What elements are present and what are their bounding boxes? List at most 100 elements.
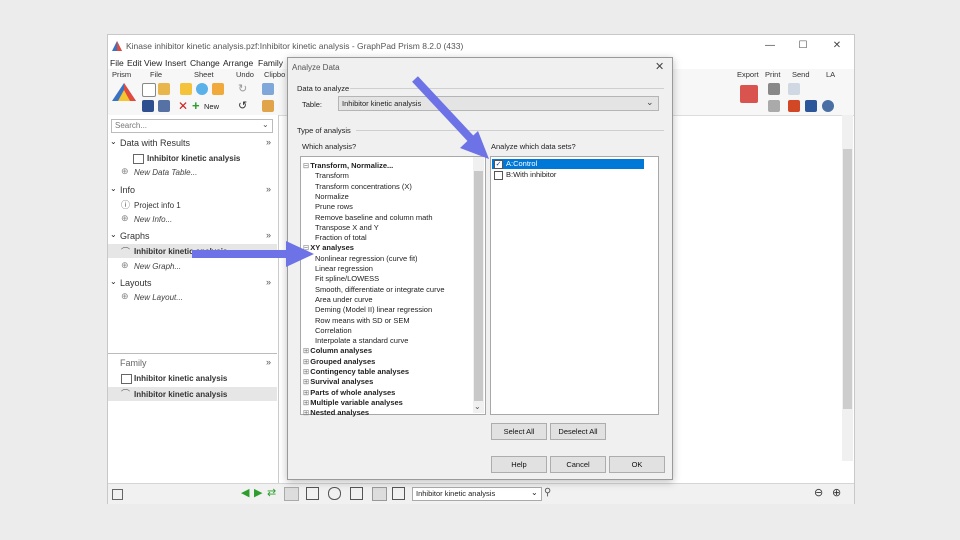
expand-group-icon[interactable]: ⊞ — [303, 398, 309, 407]
menu-file[interactable]: File — [110, 58, 124, 68]
analysis-item[interactable]: Fit spline/LOWESS — [315, 274, 379, 283]
scrollbar-thumb[interactable] — [843, 149, 852, 409]
family-section-more-icon[interactable]: » — [266, 357, 271, 367]
section-graphs[interactable]: Graphs — [120, 231, 150, 241]
analysis-group[interactable]: ⊞Survival analyses — [303, 377, 373, 386]
export-icon[interactable] — [740, 85, 758, 103]
analysis-group[interactable]: ⊞Grouped analyses — [303, 357, 375, 366]
save-icon[interactable] — [142, 100, 154, 112]
menu-edit[interactable]: Edit — [127, 58, 142, 68]
next-sheet-icon[interactable]: ▶ — [254, 486, 262, 499]
link-icon[interactable]: ⚲ — [544, 487, 551, 498]
close-window-button[interactable]: ✕ — [830, 39, 844, 53]
section-data-with-results[interactable]: Data with Results — [120, 138, 190, 148]
analysis-item[interactable]: Prune rows — [315, 202, 353, 211]
print-icon[interactable] — [768, 83, 780, 95]
open-folder-icon[interactable] — [158, 83, 170, 95]
collapse-group-icon[interactable]: ⊟ — [303, 243, 309, 252]
layouts-section-more-icon[interactable]: » — [266, 277, 271, 287]
info-sheet-icon[interactable] — [328, 487, 341, 500]
dataset-item[interactable]: B:With inhibitor — [492, 170, 644, 180]
project-info-item[interactable]: Project info 1 — [134, 201, 181, 210]
analysis-group[interactable]: ⊞Column analyses — [303, 346, 372, 355]
zoom-in-icon[interactable]: ⊕ — [832, 486, 841, 499]
analysis-scroll-thumb[interactable] — [474, 171, 483, 401]
expand-group-icon[interactable]: ⊞ — [303, 346, 309, 355]
layout-sheet-icon[interactable] — [392, 487, 405, 500]
analysis-item[interactable]: Linear regression — [315, 264, 373, 273]
analysis-item[interactable]: Transform concentrations (X) — [315, 182, 412, 191]
wand-icon[interactable] — [212, 83, 224, 95]
analysis-item[interactable]: Correlation — [315, 326, 352, 335]
analysis-item[interactable]: Remove baseline and column math — [315, 213, 433, 222]
print-preview-icon[interactable] — [768, 100, 780, 112]
menu-change[interactable]: Change — [190, 58, 220, 68]
expand-group-icon[interactable]: ⊞ — [303, 408, 309, 417]
new-info-link[interactable]: New Info... — [134, 215, 172, 224]
save-all-icon[interactable] — [158, 100, 170, 112]
dataset-checkbox[interactable]: ✓ — [494, 160, 503, 169]
zoom-out-icon[interactable]: ⊖ — [814, 486, 823, 499]
analysis-group[interactable]: ⊞Nested analyses — [303, 408, 369, 417]
undo-icon[interactable]: ↺ — [238, 99, 247, 112]
menu-view[interactable]: View — [144, 58, 162, 68]
datasets-list[interactable]: ✓ A:Control B:With inhibitor — [490, 156, 659, 415]
new-sheet-label[interactable]: New — [204, 102, 219, 111]
expand-group-icon[interactable]: ⊞ — [303, 357, 309, 366]
collapse-data-icon[interactable]: ⌄ — [110, 137, 117, 146]
graph-item[interactable]: Inhibitor kinetic analysis — [134, 247, 227, 256]
table-select[interactable]: Inhibitor kinetic analysis ⌄ — [338, 96, 659, 111]
analysis-scroll-down-icon[interactable]: ⌄ — [474, 402, 481, 411]
expand-group-icon[interactable]: ⊞ — [303, 377, 309, 386]
analyze-icon[interactable] — [196, 83, 208, 95]
cut-icon[interactable] — [262, 83, 274, 95]
menu-family[interactable]: Family — [258, 58, 283, 68]
vertical-scrollbar[interactable] — [842, 115, 853, 461]
analysis-item[interactable]: Nonlinear regression (curve fit) — [315, 254, 418, 263]
new-sheet-icon[interactable]: + — [192, 98, 200, 113]
analysis-item[interactable]: Fraction of total — [315, 233, 367, 242]
analysis-group[interactable]: ⊞Multiple variable analyses — [303, 398, 403, 407]
analysis-item[interactable]: Area under curve — [315, 295, 373, 304]
title-bar[interactable]: Kinase inhibitor kinetic analysis.pzf:In… — [108, 35, 854, 57]
family-graph-item[interactable]: Inhibitor kinetic analysis — [134, 390, 227, 399]
select-all-button[interactable]: Select All — [491, 423, 547, 440]
analysis-item[interactable]: Transpose X and Y — [315, 223, 379, 232]
edit-sheet-icon[interactable] — [180, 83, 192, 95]
collapse-info-icon[interactable]: ⌄ — [110, 184, 117, 193]
analysis-list[interactable]: ⊟Transform, Normalize... Transform Transfo… — [300, 156, 486, 417]
expand-group-icon[interactable]: ⊞ — [303, 367, 309, 376]
sheet-select-dropdown-icon[interactable]: ⌄ — [531, 488, 538, 497]
collapse-graphs-icon[interactable]: ⌄ — [110, 230, 117, 239]
collapse-group-icon[interactable]: ⊟ — [303, 161, 309, 170]
redo-icon[interactable]: ↻ — [238, 82, 247, 95]
dataset-checkbox[interactable] — [494, 171, 503, 180]
word-icon[interactable] — [805, 100, 817, 112]
data-table-item[interactable]: Inhibitor kinetic analysis — [147, 154, 240, 163]
go-sheet-icon[interactable]: ⇄ — [267, 486, 276, 499]
dataset-item[interactable]: ✓ A:Control — [492, 159, 644, 169]
analysis-item[interactable]: Transform — [315, 171, 349, 180]
prev-sheet-icon[interactable]: ◀ — [241, 486, 249, 499]
navigator-search-input[interactable]: Search... ⌄ — [111, 119, 273, 133]
help-button[interactable]: Help — [491, 456, 547, 473]
dialog-close-icon[interactable]: ✕ — [655, 60, 664, 73]
paste-icon[interactable] — [262, 100, 274, 112]
menu-arrange[interactable]: Arrange — [223, 58, 253, 68]
sheet-select[interactable]: Inhibitor kinetic analysis ⌄ — [412, 487, 542, 501]
analysis-item[interactable]: Interpolate a standard curve — [315, 336, 408, 345]
analysis-group[interactable]: ⊞Contingency table analyses — [303, 367, 409, 376]
cancel-button[interactable]: Cancel — [550, 456, 606, 473]
cloud-icon[interactable] — [822, 100, 834, 112]
deselect-all-button[interactable]: Deselect All — [550, 423, 606, 440]
delete-sheet-icon[interactable]: ✕ — [178, 99, 188, 113]
analysis-group[interactable]: ⊞Parts of whole analyses — [303, 388, 395, 397]
status-sheet-icon[interactable] — [112, 489, 123, 500]
analysis-group[interactable]: ⊟XY analyses — [303, 243, 354, 252]
maximize-button[interactable]: ☐ — [796, 39, 810, 53]
section-info[interactable]: Info — [120, 185, 135, 195]
minimize-button[interactable]: — — [763, 39, 777, 53]
analysis-item[interactable]: Normalize — [315, 192, 349, 201]
expand-group-icon[interactable]: ⊞ — [303, 388, 309, 397]
results-sheet-icon[interactable] — [350, 487, 363, 500]
